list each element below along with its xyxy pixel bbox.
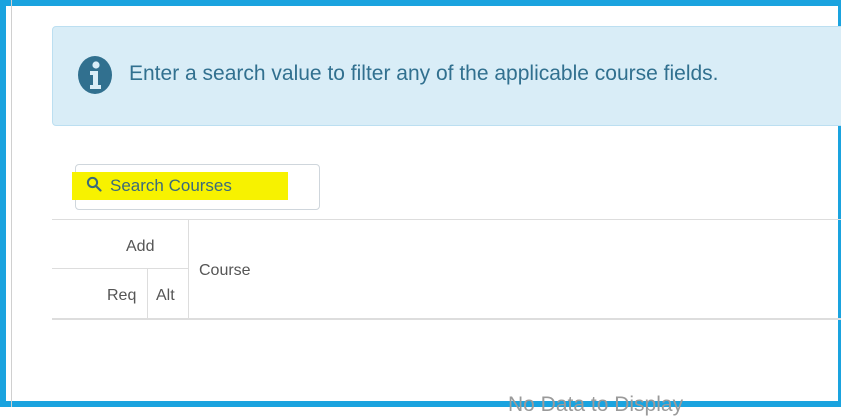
- column-header-req[interactable]: Req: [107, 287, 136, 305]
- info-alert: Enter a search value to filter any of th…: [52, 26, 841, 126]
- search-input[interactable]: [110, 174, 310, 198]
- info-message: Enter a search value to filter any of th…: [129, 62, 719, 85]
- column-header-add: Add: [126, 238, 155, 255]
- search-icon: [86, 176, 102, 192]
- course-column-divider: [188, 220, 189, 318]
- table-header-bottom-border: [52, 318, 841, 320]
- column-header-alt[interactable]: Alt: [156, 287, 175, 305]
- left-divider: [11, 0, 12, 407]
- empty-table-message: No Data to Display: [508, 393, 684, 416]
- add-group-divider: [52, 268, 189, 269]
- alt-column-divider: [147, 269, 148, 318]
- table-header-top-border: [52, 219, 841, 220]
- column-header-course[interactable]: Course: [199, 262, 251, 280]
- info-circle-icon: [78, 56, 112, 94]
